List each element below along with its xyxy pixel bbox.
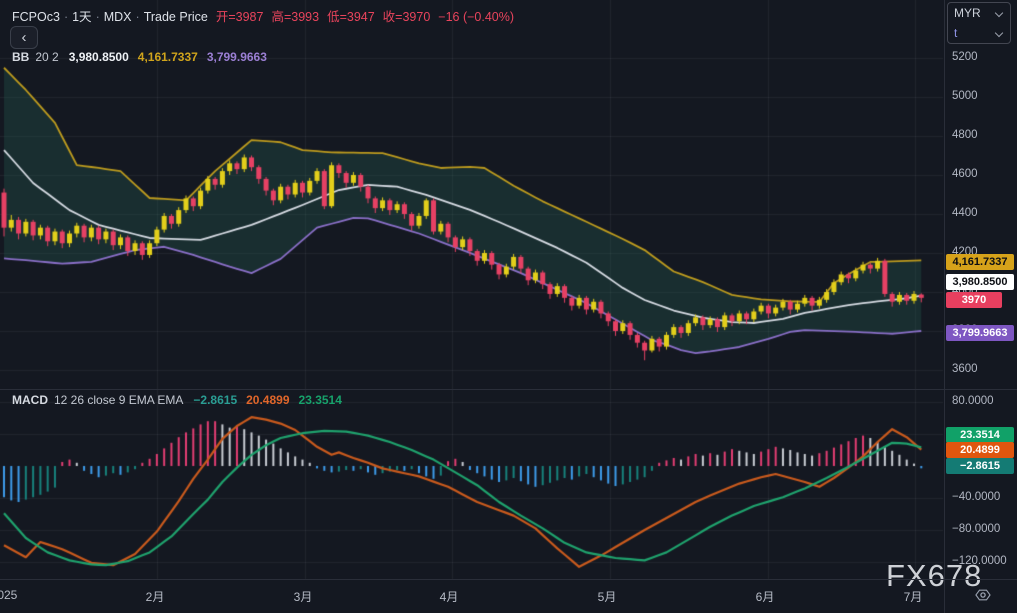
- bb-lower-value: 3,799.9663: [207, 50, 267, 64]
- bb-params: 20 2: [35, 50, 58, 64]
- ohlc-low: 低=3947: [327, 10, 375, 24]
- time-axis-label: 5月: [598, 588, 617, 605]
- ohlc-high: 高=3993: [271, 10, 319, 24]
- symbol-name[interactable]: FCPOc3: [12, 10, 60, 24]
- ohlc-close: 收=3970: [383, 10, 431, 24]
- price-scale[interactable]: MYR t 5200 5000 4800 4600 4400 4200 4000…: [945, 0, 1017, 579]
- bb-upper-value: 4,161.7337: [138, 50, 198, 64]
- price-chart-canvas[interactable]: [0, 0, 1017, 613]
- macd-tick: −40.0000: [952, 491, 1000, 503]
- ohlc-open: 开=3987: [216, 10, 264, 24]
- scale-settings-box: MYR t: [947, 2, 1011, 44]
- interval-label[interactable]: 1天: [72, 10, 91, 24]
- bb-basis-badge: 3,980.8500: [946, 274, 1014, 290]
- macd-tick: −80.0000: [952, 523, 1000, 535]
- change-value: −16 (−0.40%): [438, 10, 514, 24]
- macd-line-value: 20.4899: [246, 393, 289, 407]
- macd-line-badge: 20.4899: [946, 442, 1014, 458]
- unit-dropdown[interactable]: t: [948, 23, 1010, 43]
- price-tick: 4800: [952, 129, 978, 141]
- macd-tick: −120.0000: [952, 555, 1007, 567]
- currency-dropdown[interactable]: MYR: [948, 3, 1010, 23]
- macd-name: MACD: [12, 393, 48, 407]
- bb-lower-badge: 3,799.9663: [946, 325, 1014, 341]
- chart-settings-icon[interactable]: [974, 586, 992, 604]
- macd-params: 12 26 close 9 EMA EMA: [54, 393, 183, 407]
- series-type-label: Trade Price: [144, 10, 208, 24]
- time-axis-label: 6月: [756, 588, 775, 605]
- price-tick: 4600: [952, 168, 978, 180]
- time-axis-label: 2025: [0, 588, 17, 602]
- price-tick: 5000: [952, 90, 978, 102]
- back-button[interactable]: ‹: [10, 26, 38, 49]
- separator-dot: ·: [64, 10, 68, 24]
- time-axis-label: 2月: [146, 588, 165, 605]
- macd-signal-value: 23.3514: [299, 393, 342, 407]
- separator-dot: ·: [136, 10, 140, 24]
- separator-dot: ·: [96, 10, 100, 24]
- symbol-header: FCPOc3 · 1天 · MDX · Trade Price 开=3987 高=3993 低=3…: [12, 6, 514, 25]
- price-tick: 4400: [952, 207, 978, 219]
- macd-signal-badge: 23.3514: [946, 427, 1014, 443]
- bb-name: BB: [12, 50, 29, 64]
- macd-hist-value: −2.8615: [193, 393, 237, 407]
- bb-upper-badge: 4,161.7337: [946, 254, 1014, 270]
- exchange-label: MDX: [104, 10, 132, 24]
- time-axis[interactable]: 2025 2月 3月 4月 5月 6月 7月: [0, 580, 1017, 613]
- macd-indicator-legend[interactable]: MACD 12 26 close 9 EMA EMA −2.8615 20.4899 2…: [12, 393, 351, 407]
- currency-value: MYR: [954, 6, 981, 20]
- macd-tick: 80.0000: [952, 395, 994, 407]
- macd-pane-separator[interactable]: [0, 389, 1017, 390]
- chevron-down-icon: [995, 9, 1003, 17]
- bb-basis-value: 3,980.8500: [69, 50, 129, 64]
- time-axis-label: 4月: [440, 588, 459, 605]
- last-price-badge: 3970: [946, 292, 1002, 308]
- price-tick: 3600: [952, 363, 978, 375]
- chevron-down-icon: [995, 29, 1003, 37]
- unit-value: t: [954, 26, 957, 40]
- bb-indicator-legend[interactable]: BB 20 2 3,980.8500 4,161.7337 3,799.9663: [12, 50, 276, 64]
- price-tick: 5200: [952, 51, 978, 63]
- macd-hist-badge: −2.8615: [946, 458, 1014, 474]
- time-axis-label: 3月: [294, 588, 313, 605]
- time-axis-label: 7月: [904, 588, 923, 605]
